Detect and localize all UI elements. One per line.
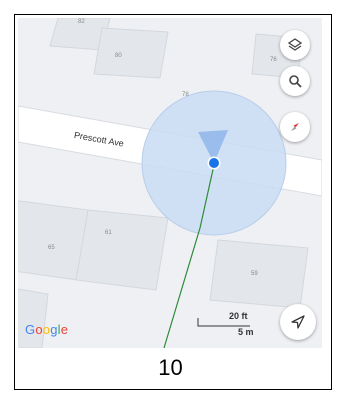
- logo-letter: g: [50, 322, 58, 337]
- navigation-arrow-icon: [291, 315, 305, 329]
- building-number-59: 59: [251, 271, 258, 277]
- logo-letter: e: [60, 322, 69, 337]
- scale-feet: 20 ft: [229, 311, 248, 321]
- building-corner: [18, 288, 49, 348]
- figure-caption: 10: [158, 355, 183, 380]
- scale-meters: 5 m: [238, 327, 254, 337]
- building-59: [209, 239, 309, 309]
- building-number-65: 65: [48, 245, 55, 251]
- building-number-76: 76: [270, 57, 277, 63]
- layers-button[interactable]: [280, 30, 310, 60]
- building-number-61: 61: [105, 230, 112, 236]
- search-button[interactable]: [280, 66, 310, 96]
- building-61: [75, 209, 169, 291]
- search-icon: [289, 75, 302, 88]
- building-80: [93, 27, 169, 79]
- map-view[interactable]: 82 80 76 78 61 65 59 Prescott Ave 20 ft …: [18, 18, 322, 348]
- compass-button[interactable]: [280, 112, 310, 142]
- logo-letter: G: [25, 322, 36, 337]
- navigate-button[interactable]: [280, 304, 316, 340]
- google-logo: Google: [25, 322, 68, 337]
- building-number-78: 78: [182, 92, 189, 98]
- location-dot: [209, 158, 219, 168]
- map-canvas: [18, 18, 322, 348]
- logo-letter: o: [35, 322, 43, 337]
- layers-icon: [288, 38, 302, 51]
- building-number-82: 82: [78, 19, 85, 25]
- building-number-80: 80: [115, 53, 122, 59]
- building-65: [18, 200, 89, 281]
- compass-icon: [291, 123, 299, 131]
